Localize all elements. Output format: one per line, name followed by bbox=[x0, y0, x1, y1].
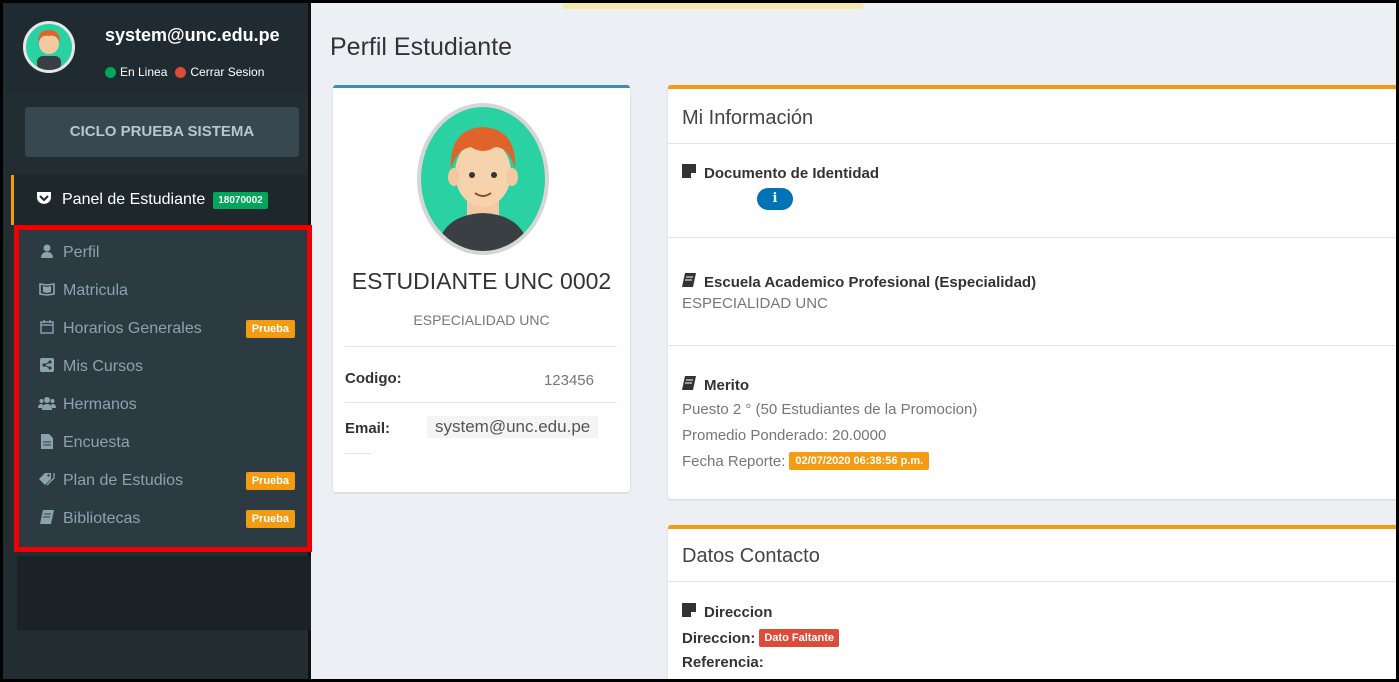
direccion-section-title: Direccion bbox=[682, 603, 772, 621]
direccion-title-text: Direccion bbox=[704, 603, 773, 621]
divider bbox=[345, 346, 617, 347]
sidebar-item-hermanos[interactable]: Hermanos bbox=[37, 390, 299, 420]
user-icon bbox=[37, 244, 57, 262]
sidebar-item-label: Matricula bbox=[63, 282, 128, 299]
sidebar-item-panel-estudiante[interactable]: Panel de Estudiante 18070002 bbox=[11, 175, 308, 225]
sidebar-item-matricula[interactable]: Matricula bbox=[37, 276, 299, 306]
contact-card-title: Datos Contacto bbox=[682, 545, 820, 567]
page-title: Perfil Estudiante bbox=[330, 33, 513, 61]
codigo-value: 123456 bbox=[543, 372, 594, 389]
sidebar-item-label: Plan de Estudios bbox=[63, 472, 184, 489]
sidebar-item-perfil[interactable]: Perfil bbox=[37, 238, 299, 268]
tag-icon bbox=[37, 472, 57, 490]
email-label: Email: bbox=[345, 420, 391, 437]
divider bbox=[668, 581, 1396, 582]
sidebar-item-bibliotecas[interactable]: Bibliotecas Prueba bbox=[37, 504, 299, 534]
online-status[interactable]: En Linea bbox=[120, 65, 167, 79]
escuela-value: ESPECIALIDAD UNC bbox=[682, 295, 828, 312]
sidebar-footer bbox=[17, 556, 311, 630]
student-name: ESTUDIANTE UNC 0002 bbox=[351, 268, 612, 294]
info-card: Mi Información Documento de Identidad i … bbox=[668, 85, 1396, 499]
sidebar-item-label: Hermanos bbox=[63, 396, 137, 413]
logout-link[interactable]: Cerrar Sesion bbox=[190, 65, 264, 79]
user-email: system@unc.edu.pe bbox=[105, 25, 280, 45]
user-panel: system@unc.edu.pe En Linea Cerrar Sesion bbox=[3, 3, 308, 93]
divider bbox=[668, 143, 1396, 144]
sidebar-item-label: Horarios Generales bbox=[63, 320, 202, 337]
divider bbox=[668, 345, 1396, 346]
escuela-title-text: Escuela Academico Profesional (Especiali… bbox=[704, 273, 1037, 291]
sidebar-item-label: Perfil bbox=[63, 244, 100, 261]
sidebar-item-mis-cursos[interactable]: Mis Cursos bbox=[37, 352, 299, 382]
sidebar-item-horarios[interactable]: Horarios Generales Prueba bbox=[37, 314, 299, 344]
prueba-badge: Prueba bbox=[245, 472, 295, 490]
prueba-badge: Prueba bbox=[245, 510, 295, 528]
contact-card: Datos Contacto Direccion Direccion: Dato… bbox=[668, 525, 1396, 679]
book-open-icon bbox=[37, 282, 57, 300]
prueba-badge: Prueba bbox=[245, 320, 295, 338]
status-row: En Linea Cerrar Sesion bbox=[105, 65, 264, 79]
doc-title-text: Documento de Identidad bbox=[704, 164, 880, 182]
fecha-label: Fecha Reporte: bbox=[682, 452, 786, 470]
book-icon bbox=[37, 510, 57, 528]
direccion-label: Direccion: bbox=[682, 629, 756, 647]
info-card-title: Mi Información bbox=[682, 107, 814, 129]
divider bbox=[345, 402, 617, 403]
sidebar-item-label: Bibliotecas bbox=[63, 510, 141, 527]
codigo-label: Codigo: bbox=[345, 370, 402, 387]
dato-faltante-badge: Dato Faltante bbox=[759, 629, 840, 647]
direccion-row: Direccion: Dato Faltante bbox=[682, 629, 840, 647]
app-window: system@unc.edu.pe En Linea Cerrar Sesion… bbox=[0, 0, 1399, 682]
sticky-note-icon bbox=[682, 164, 696, 182]
sidebar-item-label: Encuesta bbox=[63, 434, 130, 451]
profile-avatar bbox=[417, 103, 549, 255]
shield-icon bbox=[36, 191, 52, 209]
logout-dot-icon bbox=[175, 66, 187, 78]
sidebar: system@unc.edu.pe En Linea Cerrar Sesion… bbox=[3, 3, 312, 679]
sidebar-item-encuesta[interactable]: Encuesta bbox=[37, 428, 299, 458]
merito-puesto: Puesto 2 ° (50 Estudiantes de la Promoci… bbox=[682, 401, 978, 418]
escuela-section-title: Escuela Academico Profesional (Especiali… bbox=[682, 273, 1036, 291]
calendar-icon bbox=[37, 320, 57, 338]
referencia-label: Referencia: bbox=[682, 654, 764, 671]
merito-title-text: Merito bbox=[704, 376, 749, 394]
info-button[interactable]: i bbox=[757, 188, 793, 210]
share-icon bbox=[37, 358, 57, 376]
avatar bbox=[23, 21, 75, 73]
divider bbox=[668, 237, 1396, 238]
book-icon bbox=[682, 273, 696, 291]
student-specialty: ESPECIALIDAD UNC bbox=[413, 312, 550, 328]
users-icon bbox=[37, 396, 57, 414]
sticky-note-icon bbox=[682, 603, 696, 621]
merito-section-title: Merito bbox=[682, 376, 749, 394]
menu-highlight-box: Perfil Matricula Horarios Generales Prue… bbox=[14, 225, 312, 552]
file-icon bbox=[37, 433, 57, 453]
sidebar-item-label: Mis Cursos bbox=[63, 358, 144, 375]
ciclo-button[interactable]: CICLO PRUEBA SISTEMA bbox=[25, 107, 299, 157]
top-banner bbox=[563, 3, 863, 9]
fecha-badge: 02/07/2020 06:38:56 p.m. bbox=[789, 452, 930, 470]
sidebar-item-plan-estudios[interactable]: Plan de Estudios Prueba bbox=[37, 466, 299, 496]
merito-promedio: Promedio Ponderado: 20.0000 bbox=[682, 427, 887, 444]
profile-card: ESTUDIANTE UNC 0002 ESPECIALIDAD UNC Cod… bbox=[333, 85, 630, 492]
divider bbox=[345, 453, 371, 454]
email-value: system@unc.edu.pe bbox=[427, 416, 599, 438]
doc-section-title: Documento de Identidad bbox=[682, 164, 879, 182]
panel-label: Panel de Estudiante bbox=[62, 191, 206, 208]
panel-badge: 18070002 bbox=[213, 191, 268, 209]
book-icon bbox=[682, 376, 696, 394]
fecha-row: Fecha Reporte: 02/07/2020 06:38:56 p.m. bbox=[682, 452, 930, 470]
online-dot-icon bbox=[105, 66, 116, 78]
